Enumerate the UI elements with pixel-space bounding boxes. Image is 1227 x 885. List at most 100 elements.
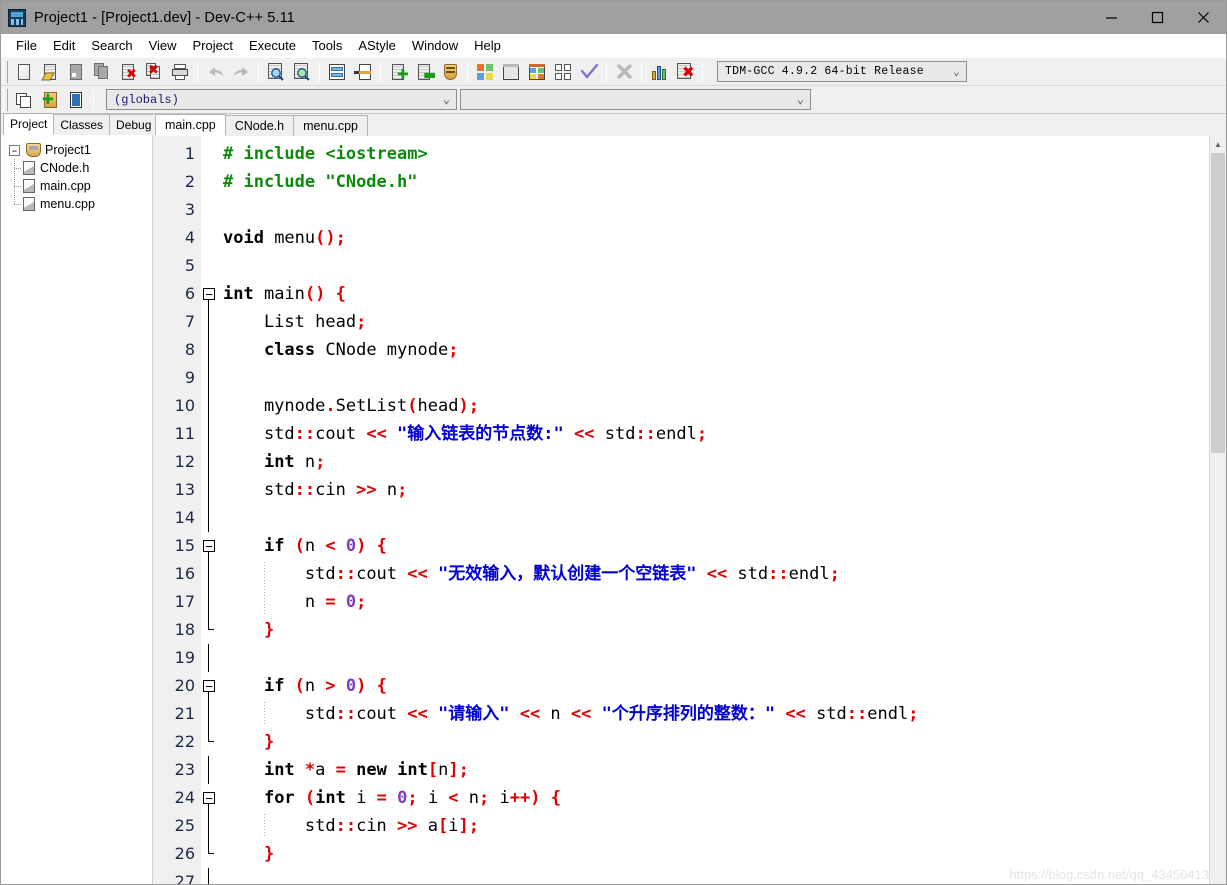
fold-marker (201, 364, 217, 392)
code-token: <iostream> (325, 144, 428, 164)
goto-line-icon[interactable] (325, 60, 349, 84)
debug-icon[interactable]: ✖ (673, 60, 697, 84)
code-token: ; (397, 480, 408, 500)
fold-marker (201, 560, 217, 588)
scope-select[interactable]: (globals) ⌄ (106, 89, 457, 110)
compiler-select[interactable]: TDM-GCC 4.9.2 64-bit Release ⌄ (717, 61, 967, 82)
sidebar-tab-project[interactable]: Project (3, 113, 55, 135)
new-variable-icon[interactable] (64, 88, 88, 112)
open-file-icon[interactable] (38, 60, 62, 84)
tree-node-project-root[interactable]: – Project1 (1, 141, 152, 159)
new-class-icon[interactable] (12, 88, 36, 112)
minimize-icon[interactable] (1088, 1, 1134, 34)
toolbar-separator (641, 61, 642, 82)
file-icon (23, 161, 35, 175)
sidebar-tab-debug[interactable]: Debug (109, 114, 159, 135)
fold-marker[interactable] (201, 532, 217, 560)
syntax-check-icon[interactable] (577, 60, 601, 84)
collapse-expander-icon[interactable]: – (9, 144, 20, 156)
close-file-icon[interactable]: ✖ (116, 60, 140, 84)
menu-window[interactable]: Window (404, 36, 466, 55)
code-token: n (304, 676, 326, 696)
bookmark-icon[interactable] (351, 60, 375, 84)
fold-marker[interactable] (201, 784, 217, 812)
fold-guide-line (208, 756, 209, 784)
line-number: 25 (174, 816, 195, 835)
add-to-project-icon[interactable]: ✚ (386, 60, 410, 84)
menu-astyle[interactable]: AStyle (350, 36, 404, 55)
code-folding-gutter[interactable] (201, 136, 217, 884)
scrollbar-thumb[interactable] (1211, 153, 1225, 453)
compile-icon[interactable] (473, 60, 497, 84)
tab-main-cpp[interactable]: main.cpp (155, 114, 226, 136)
menu-project[interactable]: Project (185, 36, 241, 55)
find-replace-icon[interactable] (290, 60, 314, 84)
code-token: i (448, 816, 459, 836)
toolbar-grip[interactable] (3, 60, 8, 83)
menu-help[interactable]: Help (466, 36, 509, 55)
tree-node-label: CNode.h (40, 161, 90, 175)
menu-edit[interactable]: Edit (45, 36, 83, 55)
code-line: } (217, 840, 1209, 868)
redo-icon[interactable] (229, 60, 253, 84)
fold-collapse-icon[interactable] (203, 792, 215, 804)
toolbar-separator (380, 61, 381, 82)
editor-vertical-scrollbar[interactable]: ▲ (1209, 136, 1226, 884)
menu-tools[interactable]: Tools (304, 36, 350, 55)
tree-connector (1, 195, 23, 213)
tab-menu-cpp[interactable]: menu.cpp (293, 115, 368, 136)
code-token: ++) { (509, 788, 561, 808)
stop-execution-icon[interactable] (612, 60, 636, 84)
fold-marker[interactable] (201, 280, 217, 308)
undo-icon[interactable] (203, 60, 227, 84)
save-icon[interactable] (64, 60, 88, 84)
tree-node-menu-cpp[interactable]: menu.cpp (1, 195, 152, 213)
close-icon[interactable] (1180, 1, 1226, 34)
tree-node-main-cpp[interactable]: main.cpp (1, 177, 152, 195)
scroll-up-icon[interactable]: ▲ (1210, 136, 1226, 153)
code-token: int (315, 788, 346, 808)
toolbar2-grip[interactable] (3, 88, 8, 111)
close-all-icon[interactable]: ✖ (142, 60, 166, 84)
new-file-icon[interactable] (12, 60, 36, 84)
code-token: std (223, 424, 295, 444)
code-token: n (386, 480, 398, 500)
member-select[interactable]: ⌄ (460, 89, 811, 110)
fold-marker[interactable] (201, 672, 217, 700)
code-token: i (499, 788, 510, 808)
profile-icon[interactable] (647, 60, 671, 84)
tree-node-cnode-h[interactable]: CNode.h (1, 159, 152, 177)
code-token: >> (356, 480, 387, 500)
class-browser-toolbar: ✚ (globals) ⌄ ⌄ (1, 86, 1226, 114)
menu-execute[interactable]: Execute (241, 36, 304, 55)
code-token: } (263, 844, 275, 864)
menu-search[interactable]: Search (83, 36, 140, 55)
fold-collapse-icon[interactable] (203, 680, 215, 692)
compile-and-run-icon[interactable] (525, 60, 549, 84)
code-editor[interactable]: 1 2 3 4 5 6 7 8 9 10 11 12 13 14 15 16 17 18 19 20 21 22 23 24 2… (153, 136, 1209, 884)
project-tree: – Project1 CNode.h main.cpp menu.cpp (1, 135, 152, 884)
save-all-icon[interactable] (90, 60, 114, 84)
run-icon[interactable] (499, 60, 523, 84)
maximize-icon[interactable] (1134, 1, 1180, 34)
rebuild-all-icon[interactable] (551, 60, 575, 84)
tab-cnode-h[interactable]: CNode.h (224, 115, 295, 136)
new-member-icon[interactable]: ✚ (38, 88, 62, 112)
project-options-icon[interactable] (438, 60, 462, 84)
menu-file[interactable]: File (8, 36, 45, 55)
code-line: } (217, 728, 1209, 756)
fold-marker (201, 728, 217, 756)
toolbar-separator (197, 61, 198, 82)
find-icon[interactable] (264, 60, 288, 84)
file-icon (23, 197, 35, 211)
sidebar-tab-classes[interactable]: Classes (53, 114, 111, 135)
scrollbar-track[interactable] (1210, 453, 1226, 884)
code-content[interactable]: # include <iostream> # include "CNode.h" … (217, 136, 1209, 884)
code-line: std::cout << "无效输入，默认创建一个空链表" << std::en… (217, 560, 1209, 588)
print-icon[interactable] (168, 60, 192, 84)
fold-collapse-icon[interactable] (203, 288, 215, 300)
fold-collapse-icon[interactable] (203, 540, 215, 552)
remove-from-project-icon[interactable]: ▬ (412, 60, 436, 84)
menu-view[interactable]: View (141, 36, 185, 55)
